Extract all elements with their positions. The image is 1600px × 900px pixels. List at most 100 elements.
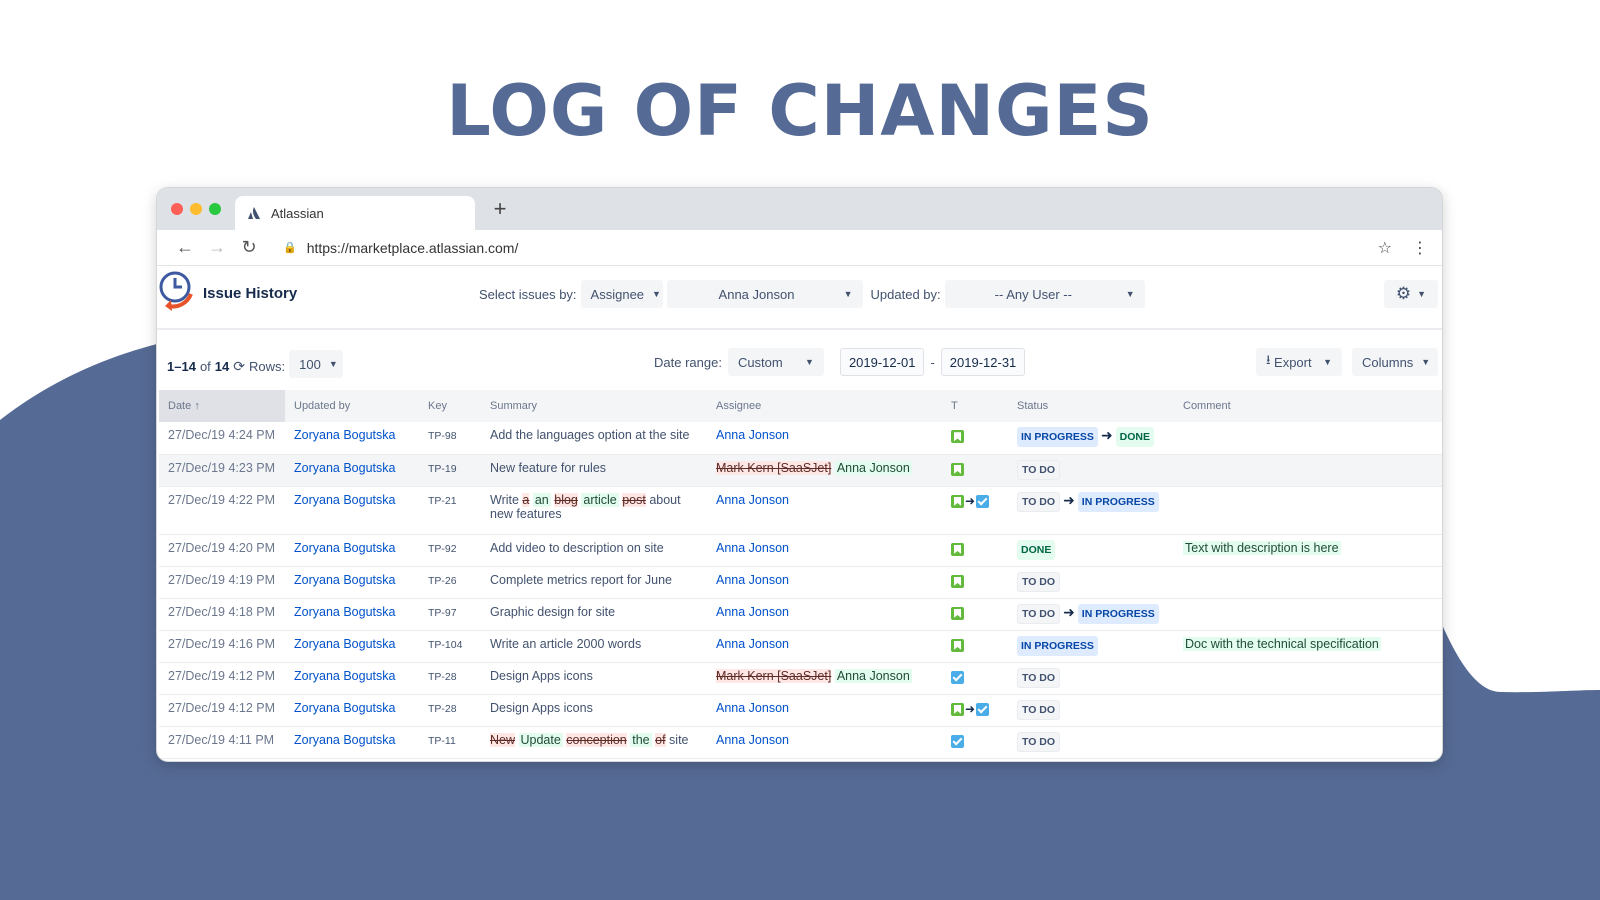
cell-date: 27/Dec/19 4:23 PM (159, 454, 285, 487)
user-link[interactable]: Zoryana Bogutska (294, 541, 395, 555)
issue-history-table: Date ↑ Updated by Key Summary Assignee T… (159, 390, 1442, 759)
assignee-link[interactable]: Anna Jonson (716, 428, 789, 442)
browser-tab-active[interactable]: Atlassian (235, 196, 475, 230)
user-link[interactable]: Zoryana Bogutska (294, 428, 395, 442)
assignee-link[interactable]: Anna Jonson (716, 733, 789, 747)
user-link[interactable]: Zoryana Bogutska (294, 573, 395, 587)
summary-removed-text: New (490, 732, 516, 747)
assignee-link[interactable]: Anna Jonson (716, 541, 789, 555)
refresh-icon[interactable]: ⟳ (233, 358, 245, 375)
status-lozenge: TO DO (1017, 731, 1061, 752)
summary-text: Graphic design for site (490, 604, 616, 619)
previous-assignee: Mark Kern [SaaSJet] (716, 460, 832, 475)
rows-dropdown[interactable]: 100 ▼ (289, 350, 344, 378)
assignee-link[interactable]: Anna Jonson (716, 493, 789, 507)
task-icon (976, 702, 990, 716)
date-from-input[interactable]: 2019-12-01 (839, 348, 925, 376)
column-header-status[interactable]: Status (1008, 390, 1174, 422)
user-link[interactable]: Zoryana Bogutska (294, 733, 395, 747)
date-range-dropdown[interactable]: Custom ▼ (727, 348, 824, 376)
column-header-comment[interactable]: Comment (1174, 390, 1442, 422)
back-icon[interactable]: ← (169, 237, 201, 258)
cell-updated-by: Zoryana Bogutska (285, 662, 419, 695)
minimize-window-button[interactable] (190, 203, 202, 215)
summary-added-text: an (532, 492, 551, 507)
updated-by-dropdown[interactable]: -- Any User -- ▼ (944, 280, 1145, 308)
cell-issue-key[interactable]: TP-19 (419, 454, 481, 487)
cell-date: 27/Dec/19 4:24 PM (159, 422, 285, 455)
arrow-right-icon: ➜ (965, 701, 976, 716)
cell-issue-type: ➜ (942, 694, 1008, 727)
cell-issue-key[interactable]: TP-28 (419, 694, 481, 727)
new-assignee: Anna Jonson (834, 460, 912, 475)
new-tab-button[interactable]: + (487, 196, 513, 222)
cell-issue-key[interactable]: TP-11 (419, 726, 481, 759)
story-icon (951, 542, 964, 556)
cell-issue-key[interactable]: TP-21 (419, 486, 481, 535)
app-title: Issue History (203, 285, 298, 302)
summary-added-text: Update (518, 732, 563, 747)
column-header-updated-by[interactable]: Updated by (285, 390, 419, 422)
cell-summary: Write a an blog article post about new f… (481, 486, 707, 535)
cell-issue-key[interactable]: TP-97 (419, 598, 481, 631)
star-icon[interactable]: ☆ (1378, 238, 1392, 258)
summary-removed-text: post (622, 492, 646, 507)
column-header-date[interactable]: Date ↑ (159, 390, 285, 422)
table-row: 27/Dec/19 4:12 PM Zoryana Bogutska TP-28 De… (159, 662, 1442, 695)
cell-date: 27/Dec/19 4:20 PM (159, 534, 285, 567)
assignee-dropdown[interactable]: Anna Jonson ▼ (666, 280, 863, 308)
updated-by-value: -- Any User -- (994, 286, 1072, 302)
cell-status: TO DO (1008, 662, 1174, 695)
cell-comment (1174, 662, 1442, 695)
maximize-window-button[interactable] (209, 203, 221, 215)
column-header-summary[interactable]: Summary (481, 390, 707, 422)
select-issues-label: Select issues by: (479, 286, 577, 302)
assignee-link[interactable]: Anna Jonson (716, 637, 789, 651)
story-icon (951, 702, 964, 716)
user-link[interactable]: Zoryana Bogutska (294, 669, 395, 683)
cell-issue-key[interactable]: TP-92 (419, 534, 481, 567)
atlassian-logo-icon (248, 207, 260, 219)
cell-summary: New feature for rules (481, 454, 707, 487)
assignee-value: Anna Jonson (718, 286, 795, 302)
forward-icon[interactable]: → (201, 237, 233, 258)
story-icon (951, 430, 964, 444)
cell-summary: Design Apps icons (481, 662, 707, 695)
cell-comment (1174, 566, 1442, 599)
assignee-link[interactable]: Anna Jonson (716, 605, 789, 619)
cell-issue-key[interactable]: TP-28 (419, 662, 481, 695)
cell-issue-key[interactable]: TP-98 (419, 422, 481, 455)
date-to-input[interactable]: 2019-12-31 (940, 348, 1026, 376)
settings-button[interactable]: ⚙ ▼ (1384, 280, 1438, 308)
status-lozenge: DONE (1115, 427, 1155, 447)
cell-issue-type (942, 454, 1008, 487)
arrow-right-icon: ➜ (1063, 491, 1075, 508)
export-button[interactable]: ⭳ Export ▼ (1256, 348, 1342, 376)
user-link[interactable]: Zoryana Bogutska (294, 637, 395, 651)
menu-icon[interactable]: ⋮ (1412, 238, 1428, 258)
cell-issue-key[interactable]: TP-26 (419, 566, 481, 599)
cell-issue-key[interactable]: TP-104 (419, 630, 481, 663)
column-header-key[interactable]: Key (419, 390, 481, 422)
cell-issue-type (942, 534, 1008, 567)
close-window-button[interactable] (171, 203, 183, 215)
assignee-link[interactable]: Anna Jonson (716, 573, 789, 587)
arrow-right-icon: ➜ (965, 493, 976, 508)
user-link[interactable]: Zoryana Bogutska (294, 605, 395, 619)
columns-button[interactable]: Columns ▼ (1352, 348, 1438, 376)
cell-updated-by: Zoryana Bogutska (285, 534, 419, 567)
app-header: Issue History Select issues by: Assignee… (157, 266, 1442, 330)
url-field[interactable]: 🔒 https://marketplace.atlassian.com/ (283, 240, 518, 256)
select-issues-dropdown[interactable]: Assignee ▼ (580, 280, 663, 308)
user-link[interactable]: Zoryana Bogutska (294, 701, 395, 715)
column-header-assignee[interactable]: Assignee (707, 390, 942, 422)
user-link[interactable]: Zoryana Bogutska (294, 461, 395, 475)
cell-issue-type: ➜ (942, 486, 1008, 535)
user-link[interactable]: Zoryana Bogutska (294, 493, 395, 507)
reload-icon[interactable]: ↻ (233, 237, 265, 258)
cell-summary: Graphic design for site (481, 598, 707, 631)
rows-label: Rows: (248, 358, 286, 374)
assignee-link[interactable]: Anna Jonson (716, 701, 789, 715)
range-start: 1 (167, 358, 175, 374)
column-header-type[interactable]: T (942, 390, 1008, 422)
